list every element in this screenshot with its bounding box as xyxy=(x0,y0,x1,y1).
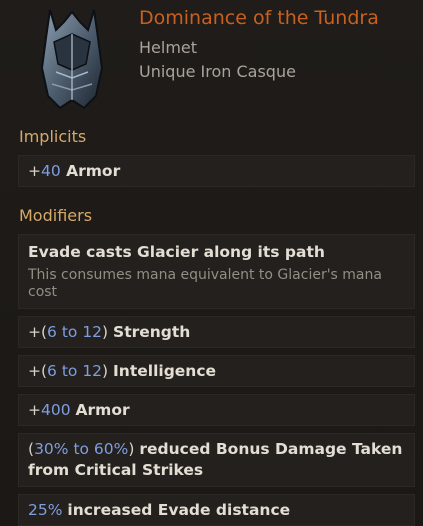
helmet-icon xyxy=(40,9,104,110)
modifier-row: Evade casts Glacier along its path This … xyxy=(18,234,415,309)
modifier-row: 25% increased Evade distance xyxy=(18,494,415,526)
item-tooltip: Dominance of the Tundra Helmet Unique Ir… xyxy=(0,0,423,526)
implicits-title: Implicits xyxy=(19,127,87,146)
item-type: Helmet xyxy=(139,38,198,57)
modifier-row: +(6 to 12) Intelligence xyxy=(18,355,415,387)
modifiers-title: Modifiers xyxy=(19,206,93,225)
item-base: Unique Iron Casque xyxy=(139,62,296,81)
implicit-row: +40 Armor xyxy=(18,155,415,187)
modifier-row: +(6 to 12) Strength xyxy=(18,316,415,348)
item-name: Dominance of the Tundra xyxy=(139,7,379,29)
modifier-row: +400 Armor xyxy=(18,394,415,426)
modifier-row: (30% to 60%) reduced Bonus Damage Taken … xyxy=(18,433,415,487)
modifier-text: Evade casts Glacier along its path xyxy=(28,243,325,261)
tooltip-header: Dominance of the Tundra Helmet Unique Ir… xyxy=(0,0,423,120)
modifier-description: This consumes mana equivalent to Glacier… xyxy=(28,266,382,301)
implicit-value: 40 xyxy=(41,161,61,180)
